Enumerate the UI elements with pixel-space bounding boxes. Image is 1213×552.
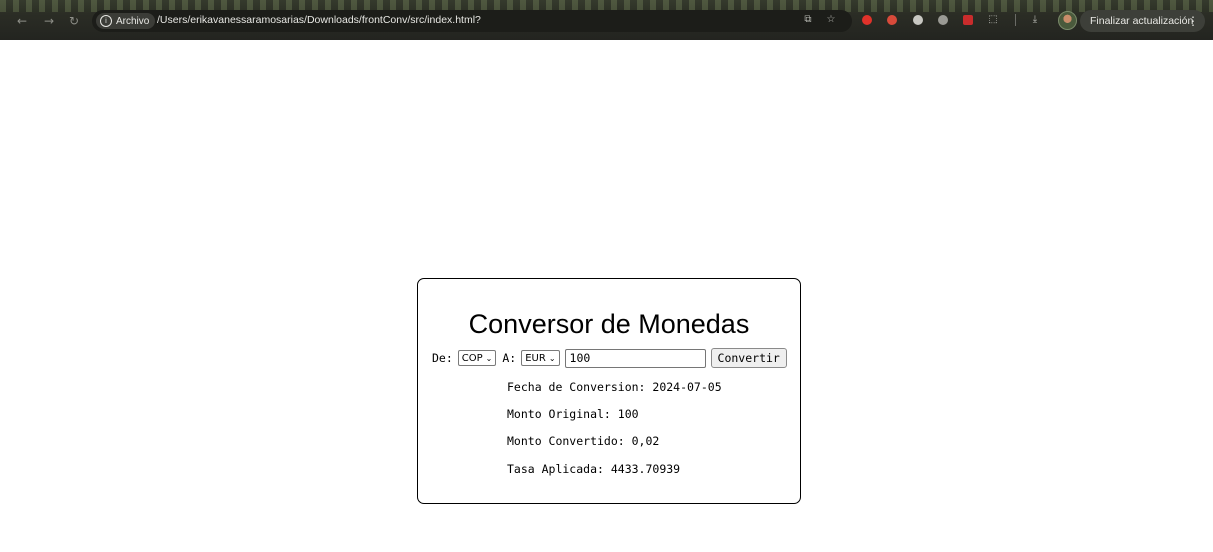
update-button[interactable]: Finalizar actualización ⋮	[1080, 10, 1205, 32]
to-currency-value: EUR	[525, 352, 546, 364]
avatar[interactable]	[1058, 11, 1077, 30]
to-currency-select[interactable]: EUR ⌄	[521, 350, 560, 366]
converter-card: Conversor de Monedas De: COP ⌄ A: EUR ⌄ …	[417, 278, 801, 504]
original-amount: Monto Original: 100	[507, 407, 639, 421]
site-info-label: Archivo	[116, 15, 150, 27]
chevron-down-icon: ⌄	[485, 353, 493, 363]
star-icon[interactable]: ☆	[825, 14, 837, 26]
extension-puzzle-icon[interactable]: ⬚	[987, 14, 999, 26]
applied-rate: Tasa Aplicada: 4433.70939	[507, 462, 681, 476]
download-icon[interactable]: ⤓	[1029, 14, 1041, 26]
from-currency-select[interactable]: COP ⌄	[457, 350, 497, 366]
conversion-date: Fecha de Conversion: 2024-07-05	[507, 380, 722, 394]
forward-icon[interactable]: →	[42, 14, 56, 28]
from-currency-value: COP	[461, 352, 483, 364]
back-icon[interactable]: ←	[15, 14, 29, 28]
chevron-down-icon: ⌄	[548, 353, 556, 363]
extension-glasses-icon[interactable]	[938, 15, 948, 25]
url-text[interactable]: /Users/erikavanessaramosarias/Downloads/…	[157, 14, 481, 26]
amount-input[interactable]	[564, 348, 706, 368]
extension-shield-icon[interactable]	[913, 15, 923, 25]
reload-icon[interactable]: ↻	[67, 14, 81, 28]
browser-toolbar: ← → ↻ i Archivo /Users/erikavanessaramos…	[0, 0, 1213, 40]
info-icon: i	[100, 15, 112, 27]
extension-adblock-icon[interactable]	[862, 15, 872, 25]
update-button-label: Finalizar actualización	[1090, 15, 1194, 27]
extension-notification-icon[interactable]	[887, 15, 897, 25]
toolbar-separator	[1015, 14, 1016, 26]
convert-button[interactable]: Convertir	[710, 348, 787, 368]
site-info-chip[interactable]: i Archivo	[96, 13, 156, 29]
extension-c-icon[interactable]	[963, 15, 973, 25]
kebab-menu-icon[interactable]: ⋮	[1187, 10, 1199, 32]
address-bar[interactable]: i Archivo /Users/erikavanessaramosarias/…	[92, 10, 852, 32]
translate-icon[interactable]: ⧉	[802, 14, 814, 26]
conversion-form: De: COP ⌄ A: EUR ⌄ Convertir	[432, 348, 787, 368]
page-title: Conversor de Monedas	[468, 309, 750, 339]
from-label: De:	[432, 351, 453, 365]
to-label: A:	[502, 351, 517, 365]
converted-amount: Monto Convertido: 0,02	[507, 434, 660, 448]
